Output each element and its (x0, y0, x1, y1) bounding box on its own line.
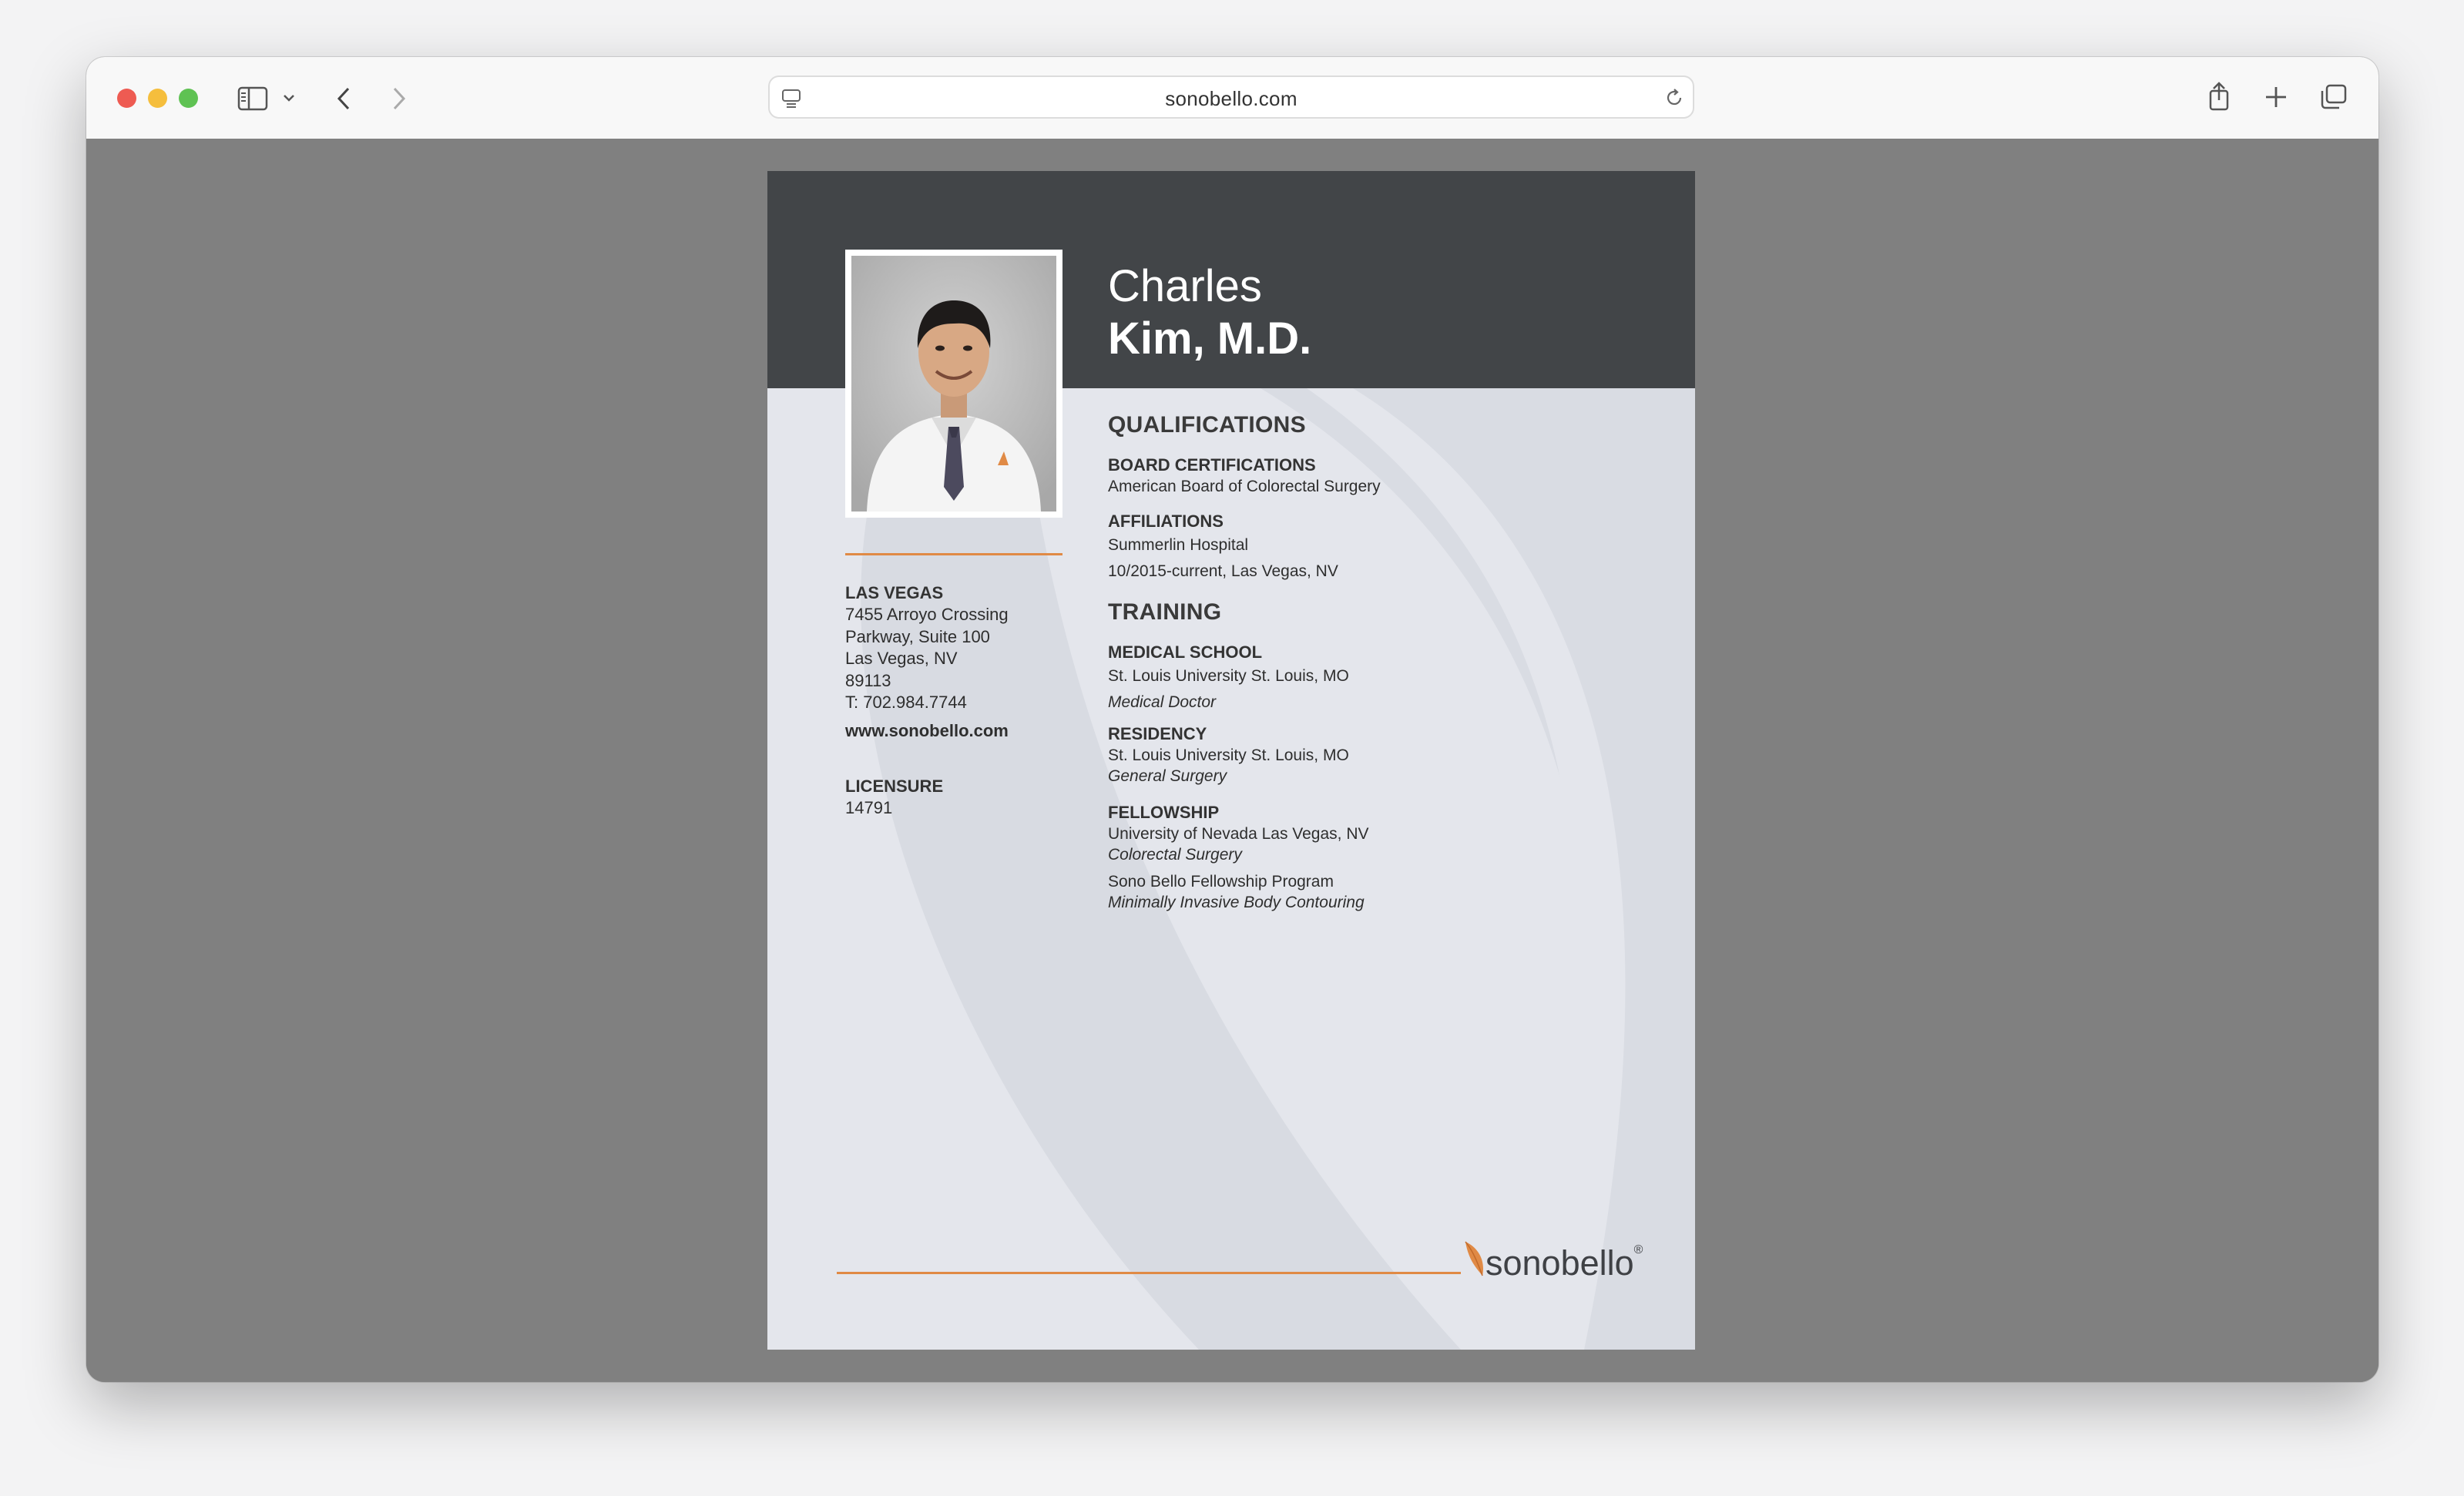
sonobello-leaf-logo-icon (1465, 1241, 1484, 1276)
residency-specialty: General Surgery (1108, 767, 1227, 785)
chevron-down-icon[interactable] (282, 92, 296, 103)
trademark-symbol: ® (1633, 1243, 1643, 1256)
address-line: Las Vegas, NV (845, 649, 958, 668)
tab-overview-icon[interactable] (2319, 83, 2348, 111)
minimize-window-button[interactable] (148, 89, 167, 108)
share-icon[interactable] (2205, 80, 2233, 112)
affiliation-dates: 10/2015-current, Las Vegas, NV (1108, 562, 1338, 580)
contact-sidebar: LAS VEGAS 7455 Arroyo Crossing Parkway, … (845, 582, 1092, 819)
sonobello-wordmark: sonobello® (1485, 1243, 1643, 1283)
credentials-column: QUALIFICATIONS BOARD CERTIFICATIONS Amer… (1108, 411, 1663, 913)
training-heading: TRAINING (1108, 599, 1222, 625)
close-window-button[interactable] (117, 89, 136, 108)
fellowship-specialty: Colorectal Surgery (1108, 846, 1242, 864)
browser-toolbar: sonobello.com (86, 57, 2378, 140)
affiliations-heading: AFFILIATIONS (1108, 512, 1224, 531)
new-tab-plus-icon[interactable] (2264, 85, 2288, 109)
fellowship-place: Sono Bello Fellowship Program (1108, 873, 1334, 891)
address-url: sonobello.com (1165, 87, 1297, 110)
medical-school-degree: Medical Doctor (1108, 693, 1217, 711)
licensure-number: 14791 (845, 797, 893, 817)
doctor-profile-document: Charles Kim, M.D. LAS VEGAS 7455 Arroyo … (767, 171, 1695, 1350)
browser-window: sonobello.com Charles Kim, M.D. LAS VEGA… (86, 57, 2378, 1382)
licensure-heading: LICENSURE (845, 776, 944, 796)
sidebar-divider (845, 553, 1062, 555)
fellowship-specialty: Minimally Invasive Body Contouring (1108, 894, 1365, 911)
address-bar[interactable]: sonobello.com (768, 75, 1694, 119)
doctor-last-name: Kim, M.D. (1108, 314, 1312, 364)
doctor-portrait-image (851, 256, 1056, 512)
forward-arrow-icon[interactable] (390, 85, 408, 112)
location-heading: LAS VEGAS (845, 583, 944, 602)
phone-number: T: 702.984.7744 (845, 693, 967, 712)
fellowship-place: University of Nevada Las Vegas, NV (1108, 825, 1369, 843)
sidebar-toggle-icon[interactable] (237, 86, 268, 111)
logo-text: sonobello (1485, 1243, 1634, 1283)
website-link[interactable]: www.sonobello.com (845, 720, 1092, 742)
address-line: Parkway, Suite 100 (845, 626, 990, 646)
residency-heading: RESIDENCY (1108, 724, 1207, 743)
doctor-first-name: Charles (1108, 261, 1262, 311)
affiliation-hospital: Summerlin Hospital (1108, 536, 1249, 554)
zoom-window-button[interactable] (179, 89, 198, 108)
page-viewport: Charles Kim, M.D. LAS VEGAS 7455 Arroyo … (86, 139, 2378, 1382)
doctor-photo-frame (845, 250, 1062, 518)
board-certifications-heading: BOARD CERTIFICATIONS (1108, 455, 1316, 475)
reload-icon[interactable] (1663, 87, 1685, 109)
back-arrow-icon[interactable] (334, 85, 353, 112)
address-line: 89113 (845, 670, 891, 690)
medical-school-value: St. Louis University St. Louis, MO (1108, 667, 1349, 685)
footer-divider (837, 1272, 1461, 1274)
qualifications-heading: QUALIFICATIONS (1108, 412, 1306, 438)
address-line: 7455 Arroyo Crossing (845, 605, 1009, 624)
medical-school-heading: MEDICAL SCHOOL (1108, 642, 1263, 662)
residency-value: St. Louis University St. Louis, MO (1108, 746, 1349, 764)
fellowship-heading: FELLOWSHIP (1108, 803, 1220, 822)
board-certification-value: American Board of Colorectal Surgery (1108, 478, 1381, 495)
